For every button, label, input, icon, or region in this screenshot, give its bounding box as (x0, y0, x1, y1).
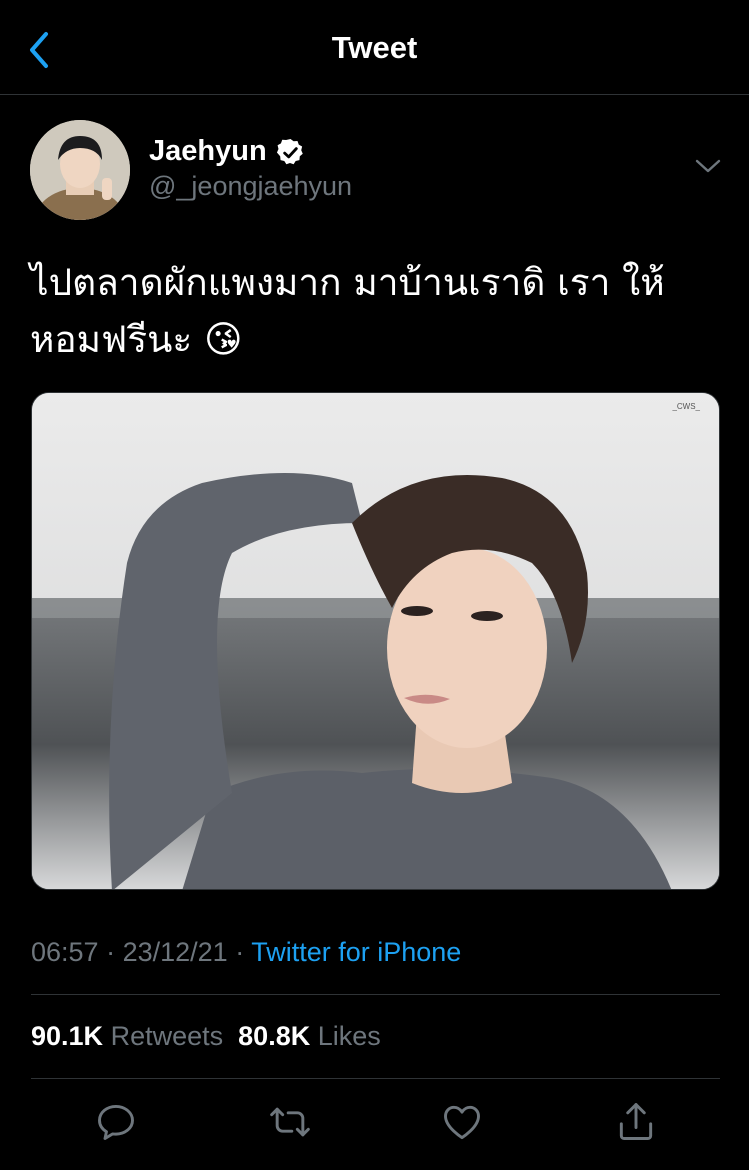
tweet-text-line: หอมฟรีนะ 😘 (30, 311, 720, 368)
tweet-time: 06:57 (31, 937, 99, 967)
divider (31, 994, 720, 995)
retweets-stat[interactable]: 90.1K Retweets (31, 1021, 223, 1051)
share-button[interactable] (614, 1100, 658, 1144)
avatar[interactable] (30, 120, 130, 220)
tweet-meta: 06:57 · 23/12/21 · Twitter for iPhone (31, 937, 461, 968)
likes-stat[interactable]: 80.8K Likes (238, 1021, 381, 1051)
kiss-emoji-icon: 😘 (204, 318, 243, 361)
tweet-text: ไปตลาดผักแพงมาก มาบ้านเราดิ เรา ให้ หอมฟ… (30, 254, 720, 368)
retweets-count: 90.1K (31, 1021, 104, 1051)
meta-separator: · (227, 937, 252, 967)
reply-button[interactable] (94, 1100, 138, 1144)
author-handle[interactable]: @_jeongjaehyun (149, 171, 352, 202)
tweet-text-line: ไปตลาดผักแพงมาก มาบ้านเราดิ เรา ให้ (30, 261, 665, 304)
author-name[interactable]: Jaehyun (149, 135, 267, 168)
retweet-icon (270, 1107, 310, 1137)
tweet-stats: 90.1K Retweets 80.8K Likes (31, 1021, 381, 1052)
share-icon (619, 1103, 653, 1140)
tweet-options-button[interactable] (694, 156, 722, 176)
reply-icon (98, 1104, 134, 1140)
like-button[interactable] (440, 1100, 484, 1144)
photo-illustration: _CWS_ (32, 393, 719, 889)
chevron-down-icon (695, 159, 721, 173)
likes-label: Likes (317, 1021, 381, 1051)
tweet-text-fragment: หอมฟรีนะ (30, 318, 204, 361)
tweet-source-link[interactable]: Twitter for iPhone (251, 937, 461, 967)
divider (31, 1078, 720, 1079)
verified-badge-icon (276, 138, 303, 165)
nav-header: Tweet (0, 0, 749, 95)
avatar-photo (30, 120, 130, 220)
meta-separator: · (98, 937, 123, 967)
tweet-image[interactable]: _CWS_ (31, 392, 720, 890)
page-title: Tweet (331, 30, 418, 65)
tweet-date: 23/12/21 (122, 937, 228, 967)
like-icon (444, 1105, 480, 1140)
image-watermark: _CWS_ (671, 402, 700, 411)
retweets-label: Retweets (110, 1021, 224, 1051)
likes-count: 80.8K (238, 1021, 311, 1051)
retweet-button[interactable] (268, 1100, 312, 1144)
